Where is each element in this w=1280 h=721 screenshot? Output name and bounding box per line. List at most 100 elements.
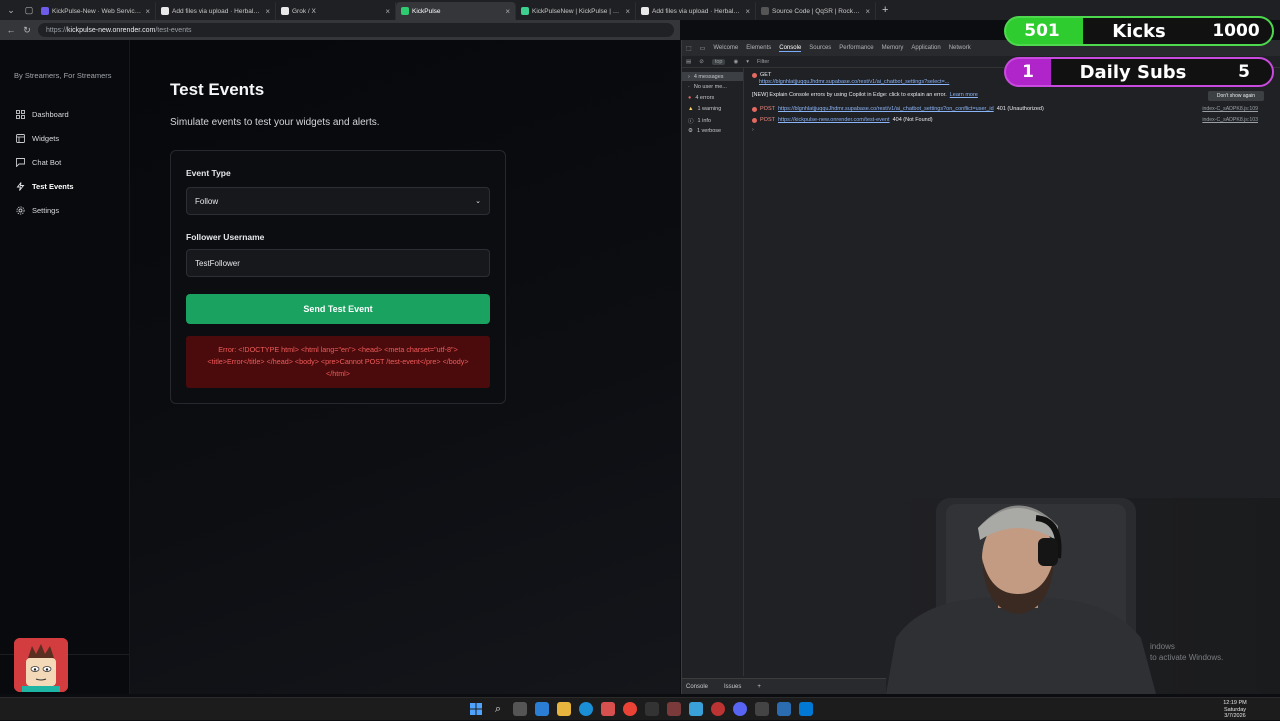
store-icon[interactable]	[601, 702, 615, 716]
browser-tab[interactable]: Add files via upload · HerbalSalad ×	[636, 2, 756, 20]
tab-application[interactable]: Application	[911, 45, 940, 51]
close-tab-icon[interactable]: ×	[385, 7, 390, 16]
sidebar: By Streamers, For Streamers Dashboard Wi…	[0, 40, 130, 694]
console-log-post-1[interactable]: POST https://blgnhlatjjuqquJhdmr.supabas…	[752, 106, 1044, 112]
rs-app-icon[interactable]	[667, 702, 681, 716]
sidebar-item-chat-bot[interactable]: Chat Bot	[16, 158, 61, 167]
sidebar-item-widgets[interactable]: Widgets	[16, 134, 59, 143]
learn-more-link[interactable]: Learn more	[950, 92, 978, 98]
eye-icon[interactable]: ◉	[733, 59, 738, 65]
test-event-card: Event Type Follow ⌄ Follower Username Te…	[170, 150, 506, 404]
console-prompt[interactable]: ›	[752, 127, 754, 133]
event-type-value: Follow	[195, 196, 219, 206]
new-tab-icon[interactable]: +	[882, 4, 888, 16]
add-tab-icon[interactable]: +	[757, 684, 761, 690]
verbose-icon: ⚙	[688, 128, 693, 134]
browser-tab[interactable]: Grok / X ×	[276, 2, 396, 20]
devtools-inspect-icon[interactable]: ⬚	[686, 45, 692, 52]
browser-tab[interactable]: KickPulse ×	[396, 2, 516, 20]
sidebar-item-dashboard[interactable]: Dashboard	[16, 110, 69, 119]
log-url[interactable]: https://blgnhlatjjuqquJhdmr.supabase.co/…	[778, 106, 994, 112]
side-messages[interactable]: › 4 messages	[682, 72, 743, 81]
notes-icon[interactable]	[777, 702, 791, 716]
tab-list: KickPulse-New · Web Service · Re × Add fil…	[36, 0, 876, 20]
filter-input[interactable]: Filter	[757, 59, 769, 65]
tab-elements[interactable]: Elements	[746, 45, 771, 51]
back-icon[interactable]: ←	[6, 25, 16, 35]
error-message: Error: <!DOCTYPE html> <html lang="en"> …	[186, 336, 490, 388]
sidebar-item-label: Dashboard	[32, 110, 69, 119]
widgets-taskbar-icon[interactable]	[535, 702, 549, 716]
close-tab-icon[interactable]: ×	[505, 7, 510, 16]
error-icon	[752, 117, 757, 123]
taskbar-clock[interactable]: 12:19 PM Saturday 3/7/2026	[1218, 700, 1252, 720]
url-field[interactable]: https://kickpulse-new.onrender.com/test-…	[38, 23, 674, 37]
clear-console-icon[interactable]: ⊘	[699, 59, 704, 65]
file-explorer-icon[interactable]	[557, 702, 571, 716]
tab-console[interactable]: Console	[779, 45, 802, 52]
browser-tab[interactable]: KickPulse-New · Web Service · Re ×	[36, 2, 156, 20]
log-method: GET	[760, 72, 772, 78]
chevron-right-icon: ›	[688, 73, 690, 80]
tab-welcome[interactable]: Welcome	[713, 45, 738, 51]
tab-performance[interactable]: Performance	[839, 45, 873, 51]
side-verbose[interactable]: ⚙ 1 verbose	[688, 128, 721, 134]
devtools-device-icon[interactable]: ▭	[700, 45, 706, 52]
tab-network[interactable]: Network	[949, 45, 971, 51]
browser-tab[interactable]: Add files via upload · HerbalSalad ×	[156, 2, 276, 20]
log-source-link[interactable]: index-C_sADPK8.js:103	[1202, 117, 1258, 123]
avatar[interactable]	[14, 638, 68, 692]
close-tab-icon[interactable]: ×	[625, 7, 630, 16]
follower-username-input[interactable]: TestFollower	[186, 249, 490, 277]
telegram-icon[interactable]	[689, 702, 703, 716]
edge-icon[interactable]	[579, 702, 593, 716]
x-app-icon[interactable]	[645, 702, 659, 716]
log-url[interactable]: https://blgnhlatjjuqquJhdmr.supabase.co/…	[759, 79, 949, 85]
sidebar-toggle-icon[interactable]: ▤	[686, 59, 691, 65]
console-copilot-tip: [NEW] Explain Console errors by using Co…	[752, 92, 978, 98]
chrome-icon[interactable]	[623, 702, 637, 716]
discord-icon[interactable]	[733, 702, 747, 716]
console-log-get-url[interactable]: https://blgnhlatjjuqquJhdmr.supabase.co/…	[759, 79, 949, 85]
search-icon[interactable]: ⌕	[491, 702, 505, 716]
browser-tab[interactable]: Source Code | QqSR | Rocket Ren ×	[756, 2, 876, 20]
workspaces-icon[interactable]: ▢	[22, 3, 36, 17]
side-errors[interactable]: ● 4 errors	[688, 95, 714, 101]
close-tab-icon[interactable]: ×	[865, 7, 870, 16]
sidebar-item-settings[interactable]: Settings	[16, 206, 59, 215]
event-type-select[interactable]: Follow ⌄	[186, 187, 490, 215]
page-subtitle: Simulate events to test your widgets and…	[170, 117, 380, 128]
activate-windows-watermark: indows to activate Windows.	[1150, 641, 1223, 663]
log-source-link[interactable]: index-C_sADPK8.js:109	[1202, 106, 1258, 112]
reload-icon[interactable]: ↻	[22, 25, 32, 36]
drawer-tab-console[interactable]: Console	[686, 684, 708, 690]
tab-sources[interactable]: Sources	[809, 45, 831, 51]
side-warnings[interactable]: ▲ 1 warning	[688, 106, 721, 112]
console-log-post-2[interactable]: POST https://kickpulse-new.onrender.com/…	[752, 117, 933, 123]
sidebar-item-test-events[interactable]: Test Events	[16, 182, 74, 191]
drawer-tab-issues[interactable]: Issues	[724, 684, 741, 690]
context-select[interactable]: top	[711, 58, 726, 65]
tab-menu-icon[interactable]: ⌄	[4, 3, 18, 17]
start-icon[interactable]	[469, 702, 483, 716]
console-log-get[interactable]: GET	[752, 72, 771, 78]
vscode-icon[interactable]	[799, 702, 813, 716]
daily-subs-overlay: 1 Daily Subs 5	[1004, 57, 1274, 87]
browser-tab[interactable]: KickPulseNew | KickPulse | Supaba×	[516, 2, 636, 20]
side-info[interactable]: ⓘ 1 info	[688, 117, 711, 125]
tab-memory[interactable]: Memory	[882, 45, 904, 51]
send-test-event-button[interactable]: Send Test Event	[186, 294, 490, 324]
side-user-messages[interactable]: · No user me...	[688, 84, 727, 90]
tab-title: Source Code | QqSR | Rocket Ren	[772, 7, 863, 15]
subs-goal: 5	[1238, 62, 1250, 82]
record-app-icon[interactable]	[711, 702, 725, 716]
task-view-icon[interactable]	[513, 702, 527, 716]
tab-title: KickPulse-New · Web Service · Re	[52, 7, 143, 15]
log-url[interactable]: https://kickpulse-new.onrender.com/test-…	[778, 117, 890, 123]
close-tab-icon[interactable]: ×	[145, 7, 150, 16]
close-tab-icon[interactable]: ×	[265, 7, 270, 16]
dont-show-again-button[interactable]: Don't show again	[1208, 91, 1264, 101]
tab-title: Add files via upload · HerbalSalad	[652, 7, 743, 15]
close-tab-icon[interactable]: ×	[745, 7, 750, 16]
app-icon[interactable]	[755, 702, 769, 716]
